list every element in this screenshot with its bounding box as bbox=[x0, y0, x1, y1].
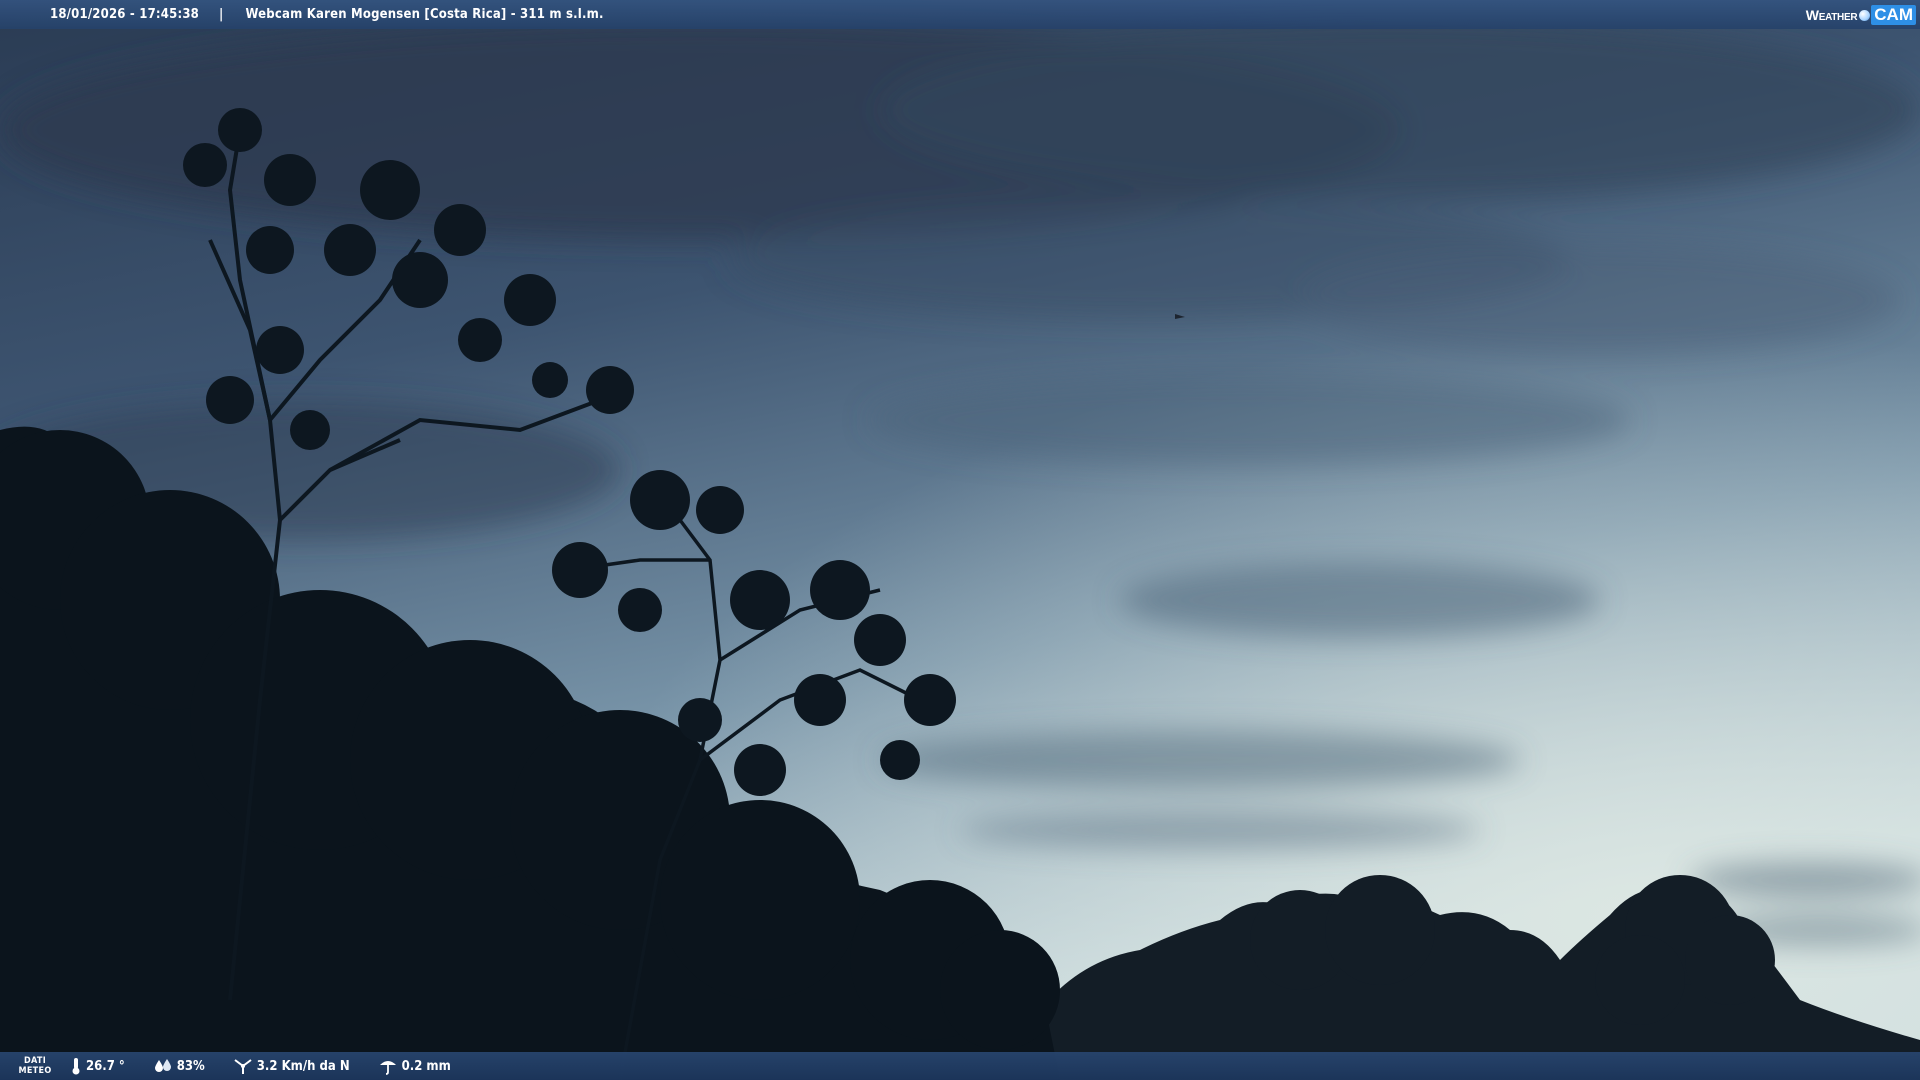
weathercam-logo-icon[interactable]: Weather CAM bbox=[1806, 4, 1916, 26]
brand-prefix: Weather bbox=[1805, 7, 1858, 23]
webcam-scene-image bbox=[0, 0, 1920, 1080]
weather-data-bar: DATI METEO 26.7 ° 83% 3.2 Km/h da N 0.2 … bbox=[0, 1052, 1920, 1080]
humidity-drops-icon bbox=[154, 1059, 171, 1072]
wind-value: 3.2 Km/h da N bbox=[256, 1058, 350, 1074]
wind-metric: 3.2 Km/h da N bbox=[233, 1057, 350, 1075]
weather-label-line2: METEO bbox=[18, 1066, 52, 1076]
temperature-value: 26.7 ° bbox=[86, 1058, 125, 1074]
brand-suffix: CAM bbox=[1871, 5, 1916, 25]
wind-icon bbox=[234, 1059, 252, 1074]
rain-metric: 0.2 mm bbox=[378, 1057, 451, 1075]
header-separator: | bbox=[219, 7, 224, 22]
timestamp: 18/01/2026 - 17:45:38 bbox=[50, 7, 200, 22]
webcam-frame: 18/01/2026 - 17:45:38 | Webcam Karen Mog… bbox=[0, 0, 1920, 1080]
brand-dot-icon bbox=[1859, 9, 1871, 21]
temperature-metric: 26.7 ° bbox=[70, 1057, 125, 1075]
webcam-info-bar: 18/01/2026 - 17:45:38 | Webcam Karen Mog… bbox=[0, 0, 1920, 29]
rain-value: 0.2 mm bbox=[401, 1058, 451, 1074]
weather-data-label: DATI METEO bbox=[0, 1056, 70, 1076]
weather-label-line1: DATI bbox=[23, 1056, 47, 1066]
webcam-location: Webcam Karen Mogensen [Costa Rica] - 311… bbox=[245, 7, 604, 22]
rain-gauge-icon bbox=[379, 1061, 396, 1075]
humidity-metric: 83% bbox=[153, 1058, 205, 1074]
thermometer-icon bbox=[72, 1058, 80, 1075]
humidity-value: 83% bbox=[176, 1058, 205, 1074]
